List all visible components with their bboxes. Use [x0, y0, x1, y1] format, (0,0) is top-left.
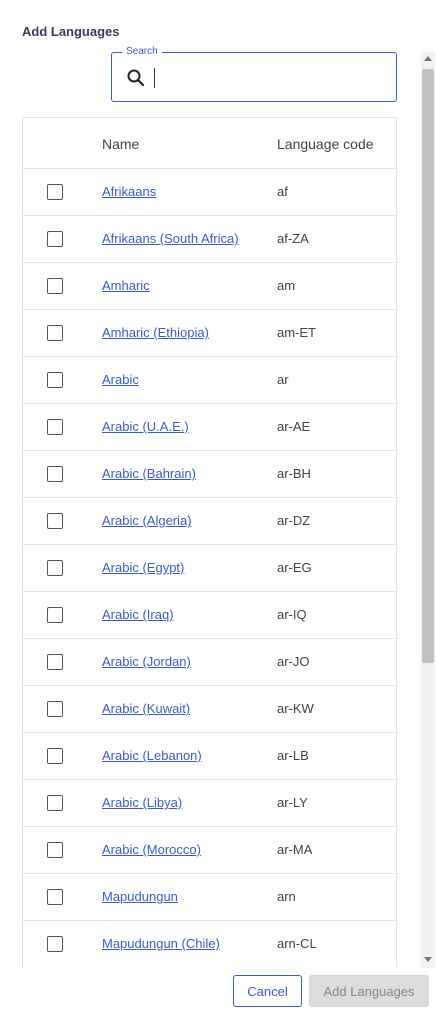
search-legend: Search	[122, 46, 162, 58]
scroll-down-arrow-icon[interactable]	[424, 957, 432, 962]
row-checkbox[interactable]	[47, 372, 63, 388]
language-code: af-ZA	[277, 231, 309, 246]
row-checkbox[interactable]	[47, 795, 63, 811]
language-code: ar-LY	[277, 795, 308, 810]
row-checkbox[interactable]	[47, 513, 63, 529]
language-code: ar-KW	[277, 701, 314, 716]
row-checkbox[interactable]	[47, 607, 63, 623]
vertical-scrollbar[interactable]	[421, 52, 435, 968]
table-row: Afrikaans (South Africa) af-ZA	[23, 216, 396, 263]
language-name-link[interactable]: Arabic (Jordan)	[102, 654, 191, 669]
add-languages-dialog: Add Languages Search Name Language code …	[0, 0, 436, 1013]
language-code: am	[277, 278, 296, 293]
table-row: Arabic (Bahrain) ar-BH	[23, 451, 396, 498]
language-code: ar-JO	[277, 654, 310, 669]
table-row: Arabic (Libya) ar-LY	[23, 780, 396, 827]
table-body: Afrikaans af Afrikaans (South Africa) af-ZA…	[23, 169, 396, 967]
language-code: af	[277, 184, 288, 199]
language-code: ar-DZ	[277, 513, 311, 528]
language-name-link[interactable]: Arabic (Libya)	[102, 795, 182, 810]
row-checkbox[interactable]	[47, 184, 63, 200]
language-name-link[interactable]: Arabic (Iraq)	[102, 607, 174, 622]
language-name-link[interactable]: Amharic	[102, 278, 150, 293]
table-row: Arabic ar	[23, 357, 396, 404]
language-code: am-ET	[277, 325, 316, 340]
table-row: Arabic (U.A.E.) ar-AE	[23, 404, 396, 451]
language-code: ar-MA	[277, 842, 313, 857]
row-checkbox[interactable]	[47, 889, 63, 905]
row-checkbox[interactable]	[47, 560, 63, 576]
search-field[interactable]: Search	[111, 46, 397, 102]
table-row: Arabic (Egypt) ar-EG	[23, 545, 396, 592]
table-row: Arabic (Morocco) ar-MA	[23, 827, 396, 874]
table-row: Arabic (Jordan) ar-JO	[23, 639, 396, 686]
language-name-link[interactable]: Arabic (Morocco)	[102, 842, 201, 857]
language-name-link[interactable]: Arabic (Bahrain)	[102, 466, 196, 481]
row-checkbox[interactable]	[47, 466, 63, 482]
language-code: ar-IQ	[277, 607, 307, 622]
table-header: Name Language code	[23, 118, 396, 169]
text-caret	[154, 68, 155, 88]
language-code: ar-BH	[277, 466, 311, 481]
row-checkbox[interactable]	[47, 231, 63, 247]
language-name-link[interactable]: Arabic (Egypt)	[102, 560, 184, 575]
row-checkbox[interactable]	[47, 842, 63, 858]
language-name-link[interactable]: Mapudungun (Chile)	[102, 936, 220, 951]
language-name-link[interactable]: Arabic (Algeria)	[102, 513, 192, 528]
language-code: ar	[277, 372, 289, 387]
column-header-name[interactable]: Name	[102, 136, 139, 152]
language-name-link[interactable]: Mapudungun	[102, 889, 178, 904]
row-checkbox[interactable]	[47, 748, 63, 764]
row-checkbox[interactable]	[47, 278, 63, 294]
language-name-link[interactable]: Arabic (Lebanon)	[102, 748, 202, 763]
row-checkbox[interactable]	[47, 654, 63, 670]
row-checkbox[interactable]	[47, 325, 63, 341]
scroll-up-arrow-icon[interactable]	[424, 56, 432, 61]
column-header-language-code[interactable]: Language code	[277, 136, 374, 152]
language-name-link[interactable]: Arabic (Kuwait)	[102, 701, 190, 716]
table-row: Mapudungun (Chile) arn-CL	[23, 921, 396, 967]
language-name-link[interactable]: Afrikaans	[102, 184, 156, 199]
search-input[interactable]	[152, 65, 382, 91]
add-languages-button[interactable]: Add Languages	[309, 975, 429, 1007]
search-icon	[127, 69, 145, 87]
languages-table: Name Language code Afrikaans af Afrikaans …	[22, 117, 397, 967]
language-code: ar-EG	[277, 560, 312, 575]
cancel-button[interactable]: Cancel	[233, 975, 302, 1007]
table-row: Arabic (Iraq) ar-IQ	[23, 592, 396, 639]
language-name-link[interactable]: Amharic (Ethiopia)	[102, 325, 209, 340]
table-row: Mapudungun arn	[23, 874, 396, 921]
language-code: ar-AE	[277, 419, 311, 434]
dialog-title: Add Languages	[22, 24, 120, 39]
language-name-link[interactable]: Arabic	[102, 372, 139, 387]
table-row: Amharic am	[23, 263, 396, 310]
language-code: arn-CL	[277, 936, 317, 951]
language-code: arn	[277, 889, 296, 904]
row-checkbox[interactable]	[47, 701, 63, 717]
row-checkbox[interactable]	[47, 936, 63, 952]
language-name-link[interactable]: Afrikaans (South Africa)	[102, 231, 239, 246]
language-code: ar-LB	[277, 748, 309, 763]
table-row: Arabic (Algeria) ar-DZ	[23, 498, 396, 545]
table-row: Afrikaans af	[23, 169, 396, 216]
language-name-link[interactable]: Arabic (U.A.E.)	[102, 419, 189, 434]
table-row: Amharic (Ethiopia) am-ET	[23, 310, 396, 357]
scrollbar-thumb[interactable]	[422, 69, 434, 663]
row-checkbox[interactable]	[47, 419, 63, 435]
table-row: Arabic (Lebanon) ar-LB	[23, 733, 396, 780]
table-row: Arabic (Kuwait) ar-KW	[23, 686, 396, 733]
